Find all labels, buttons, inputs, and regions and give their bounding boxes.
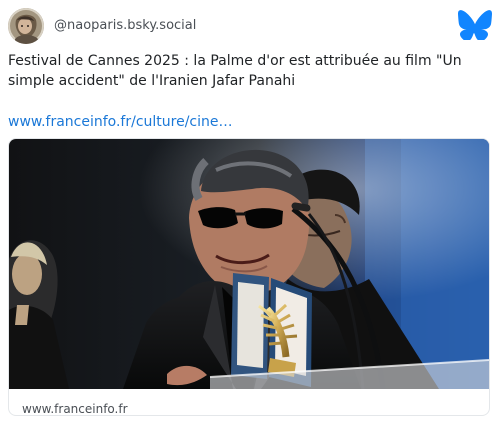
avatar[interactable] <box>8 8 44 44</box>
link-domain: www.franceinfo.fr <box>22 402 128 416</box>
preview-photo <box>9 139 489 389</box>
post-header: @naoparis.bsky.social <box>8 8 492 44</box>
bluesky-butterfly-icon <box>458 10 492 40</box>
post-text: Festival de Cannes 2025 : la Palme d'or … <box>8 53 462 89</box>
post-link[interactable]: www.franceinfo.fr/culture/cine… <box>8 112 233 132</box>
post-handle[interactable]: @naoparis.bsky.social <box>54 18 196 33</box>
link-preview-card[interactable]: www.franceinfo.fr <box>8 138 490 416</box>
avatar-image <box>8 8 44 44</box>
post-card[interactable]: @naoparis.bsky.social Festival de Cannes… <box>0 0 500 421</box>
